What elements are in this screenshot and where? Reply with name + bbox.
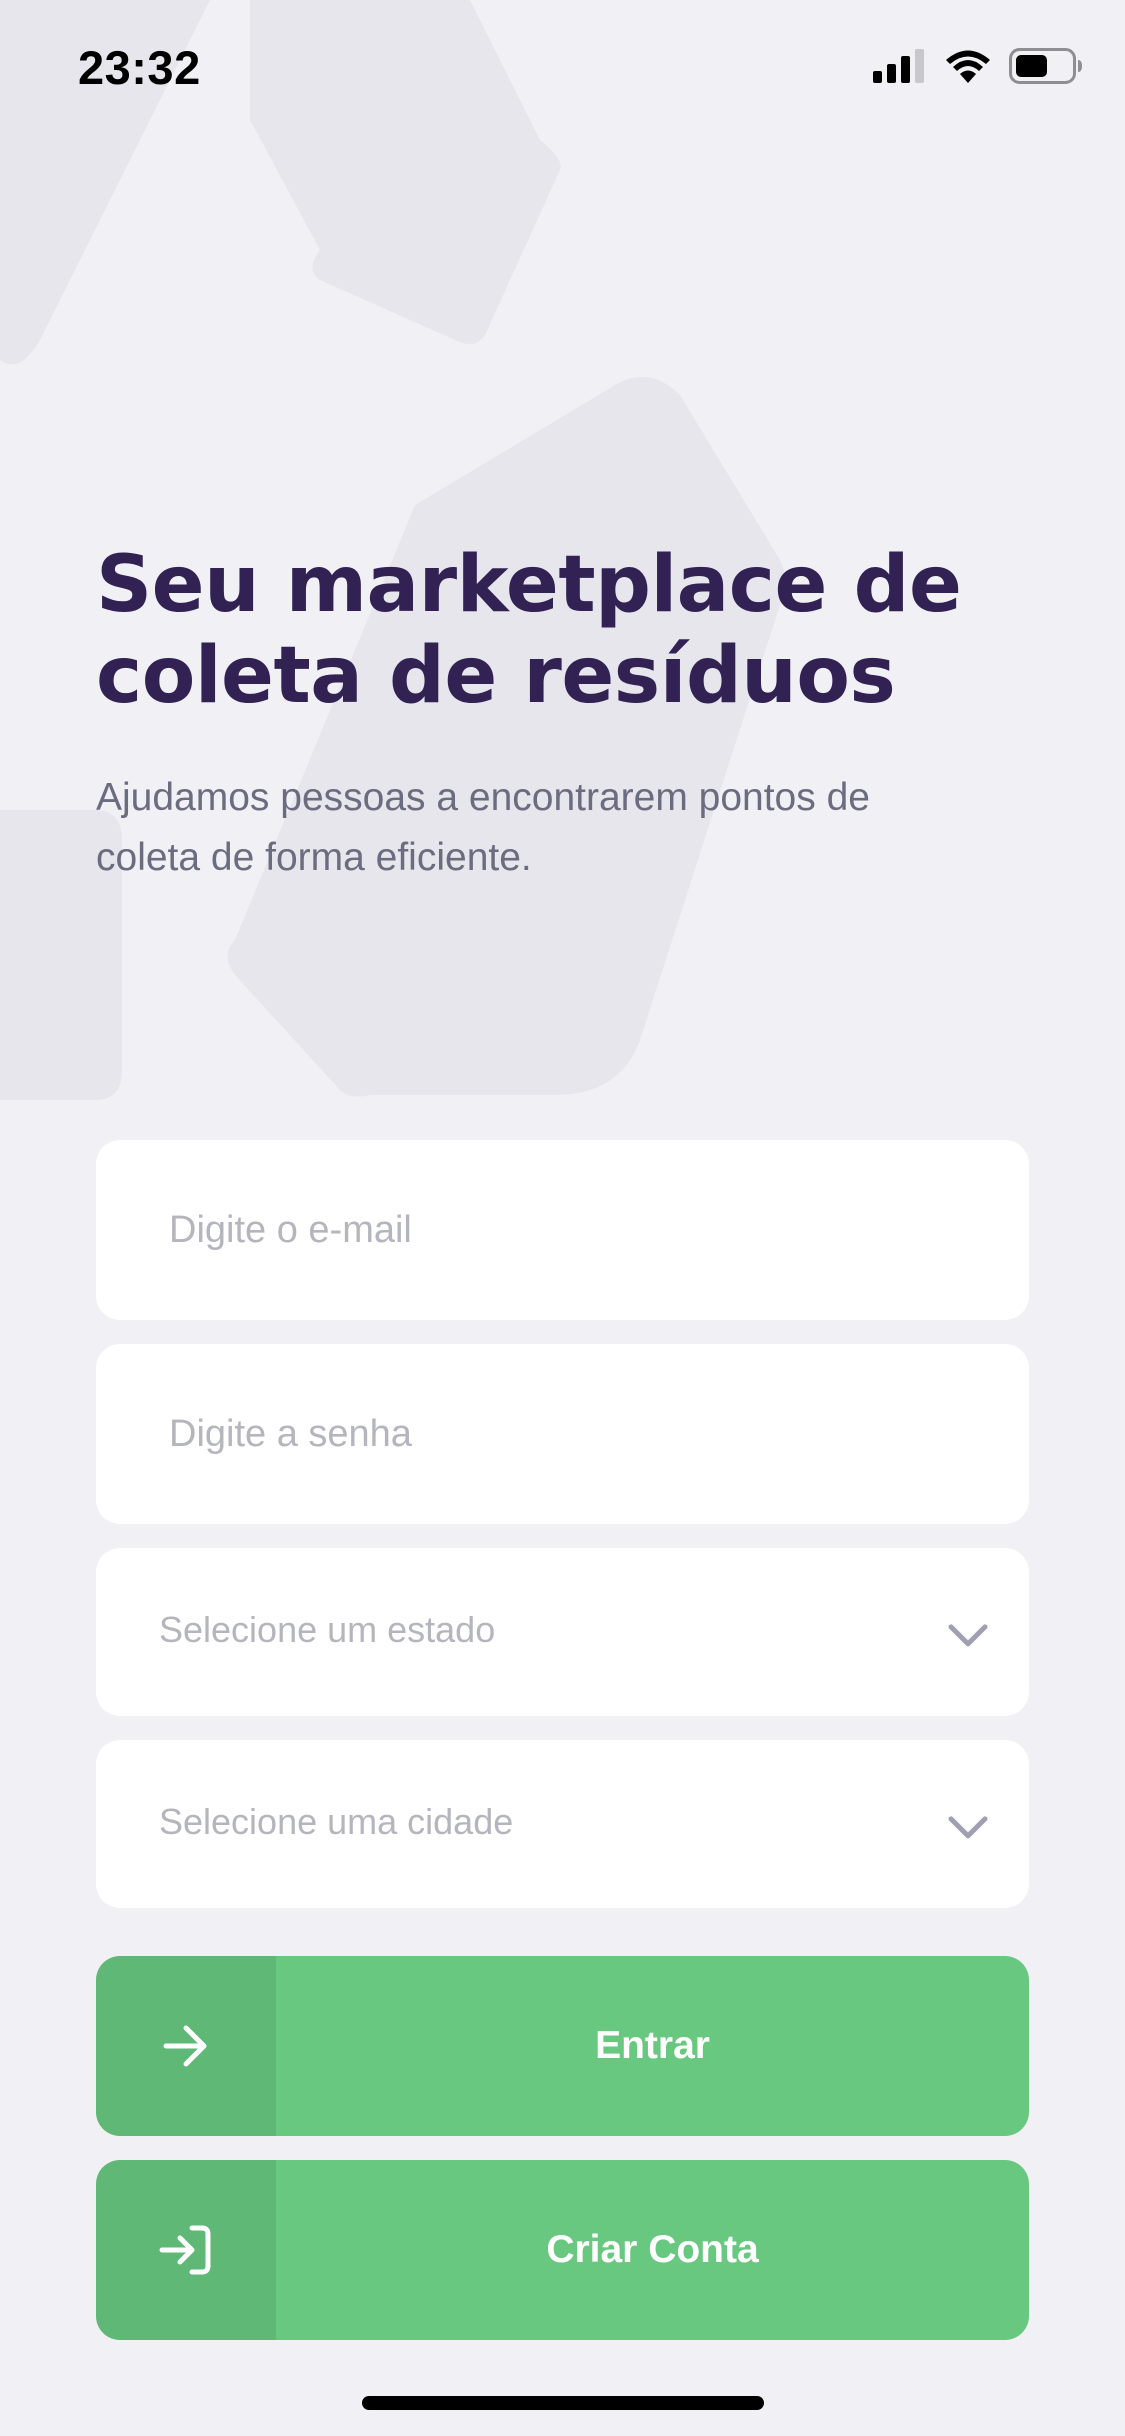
city-select[interactable]: Selecione uma cidade xyxy=(96,1740,1029,1908)
arrow-right-icon xyxy=(163,2025,207,2067)
chevron-down-icon xyxy=(948,1624,988,1647)
password-field-container xyxy=(96,1344,1029,1524)
status-time: 23:32 xyxy=(78,41,201,94)
signup-button-icon-box xyxy=(96,2160,276,2340)
signup-button-label: Criar Conta xyxy=(546,2228,759,2271)
login-button[interactable]: Entrar xyxy=(96,1956,1029,2136)
login-button-label: Entrar xyxy=(595,2024,710,2067)
chevron-down-icon xyxy=(948,1816,988,1839)
page-title-line-1: Seu marketplace de xyxy=(96,540,962,630)
password-field[interactable] xyxy=(96,1344,1029,1524)
city-select-value: Selecione uma cidade xyxy=(159,1800,514,1842)
home-indicator[interactable] xyxy=(362,2396,764,2410)
email-field-container xyxy=(96,1140,1029,1320)
email-field[interactable] xyxy=(96,1140,1029,1320)
status-bar: 23:32 xyxy=(0,0,1125,140)
wifi-icon xyxy=(946,50,990,83)
log-in-icon xyxy=(159,2225,211,2275)
login-button-icon-box xyxy=(96,1956,276,2136)
page-subtitle-line-2: coleta de forma eficiente. xyxy=(96,836,532,879)
signup-button[interactable]: Criar Conta xyxy=(96,2160,1029,2340)
state-select[interactable]: Selecione um estado xyxy=(96,1548,1029,1716)
page-title: Seu marketplace de coleta de resíduos xyxy=(96,540,996,722)
status-icons xyxy=(873,48,1083,84)
page-subtitle-line-1: Ajudamos pessoas a encontrarem pontos de xyxy=(96,776,870,819)
page-subtitle: Ajudamos pessoas a encontrarem pontos de… xyxy=(96,768,996,888)
cellular-signal-icon xyxy=(873,49,924,83)
page-title-line-2: coleta de resíduos xyxy=(96,631,896,721)
battery-icon xyxy=(1009,48,1082,84)
state-select-value: Selecione um estado xyxy=(159,1608,496,1650)
